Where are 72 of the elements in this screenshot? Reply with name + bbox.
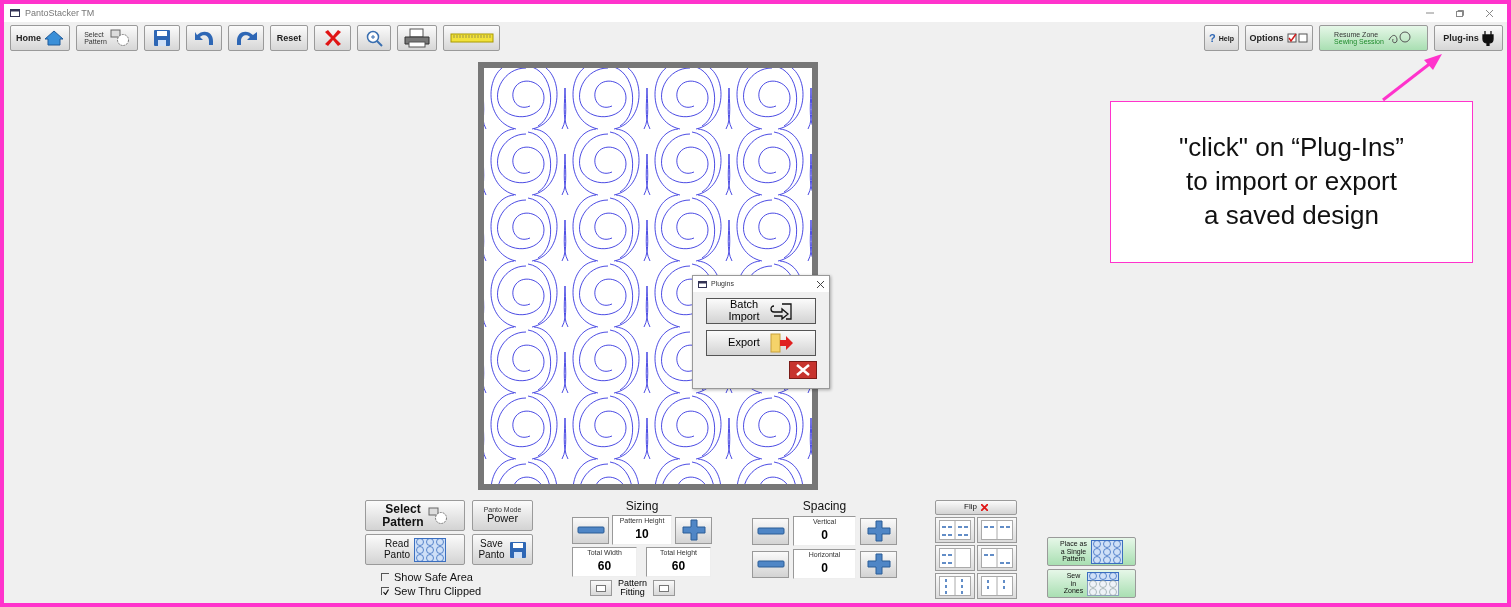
checkbox-row[interactable]: Sew Thru Clipped <box>365 584 533 598</box>
ruler-icon <box>449 32 494 44</box>
callout-text: "click" on “Plug-Ins” to import or export a saved design <box>1178 131 1405 232</box>
ruler-button[interactable] <box>443 25 500 51</box>
decrease-button[interactable] <box>752 517 789 545</box>
printer-icon <box>403 28 431 48</box>
square-icon <box>659 584 670 592</box>
sizing-title: Sizing <box>624 499 660 513</box>
checkboxes-icon <box>1286 33 1309 43</box>
redo-button[interactable] <box>228 25 264 51</box>
fit-button[interactable] <box>590 580 612 597</box>
layout-icon <box>939 548 971 568</box>
quilt-pattern-icon <box>1090 539 1123 564</box>
check-icon <box>382 588 389 595</box>
plugins-button[interactable]: Plug-ins <box>1434 25 1503 51</box>
layout-button[interactable] <box>977 573 1017 599</box>
redo-icon <box>234 29 258 47</box>
exit-door-icon <box>769 333 794 353</box>
pattern-fitting-label: Pattern Fitting <box>618 579 648 598</box>
increase-button[interactable] <box>860 550 897 578</box>
plus-icon <box>681 519 706 541</box>
layout-icon <box>939 520 971 540</box>
undo-button[interactable] <box>186 25 222 51</box>
layout-button[interactable] <box>977 517 1017 543</box>
print-button[interactable] <box>397 25 437 51</box>
import-button[interactable]: Batch Import <box>706 298 816 324</box>
zoom-button[interactable] <box>357 25 391 51</box>
minus-icon <box>576 526 605 534</box>
app-icon <box>698 280 707 288</box>
layout-icon <box>939 576 971 596</box>
layout-button[interactable] <box>935 573 975 599</box>
save-button[interactable]: Save Panto <box>472 534 533 565</box>
layout-icon <box>981 520 1013 540</box>
plug-icon <box>1481 30 1494 46</box>
cancel-icon[interactable] <box>789 361 817 379</box>
fit-button[interactable] <box>653 580 676 597</box>
zoned-pattern-icon <box>1087 571 1120 596</box>
save-button[interactable] <box>144 25 180 51</box>
checkbox-row[interactable]: Show Safe Area <box>365 570 533 584</box>
delete-button[interactable] <box>314 25 351 51</box>
minus-icon <box>756 560 785 568</box>
reset-button[interactable]: Reset <box>270 25 308 51</box>
layout-icon <box>981 548 1013 568</box>
plus-icon <box>866 553 891 575</box>
x-icon <box>980 504 988 511</box>
export-button[interactable]: Export <box>706 330 816 356</box>
house-icon <box>44 30 64 46</box>
increase-button[interactable] <box>860 517 897 545</box>
zoom-icon <box>365 29 383 47</box>
read-button[interactable]: Read Panto <box>365 534 465 565</box>
select-button[interactable]: Select Pattern <box>365 500 465 531</box>
options-button[interactable]: Options <box>1245 25 1313 51</box>
app-icon <box>10 9 20 17</box>
layout-button[interactable] <box>935 517 975 543</box>
close-icon[interactable] <box>817 280 824 288</box>
undo-icon <box>192 29 216 47</box>
decrease-button[interactable] <box>752 550 789 578</box>
decrease-button[interactable] <box>572 516 609 544</box>
square-icon <box>596 584 606 592</box>
home-button[interactable]: Home <box>10 25 70 51</box>
layout-button[interactable] <box>977 545 1017 571</box>
import-icon <box>769 302 794 320</box>
spacing-title: Spacing <box>801 499 848 513</box>
layout-icon <box>981 576 1013 596</box>
flip-button[interactable]: Flip <box>935 500 1017 515</box>
quilt-pattern-icon <box>414 537 447 562</box>
layout-button[interactable] <box>935 545 975 571</box>
plus-icon <box>866 520 891 542</box>
window-title: PantoStacker TM <box>25 8 95 18</box>
restore-icon[interactable] <box>1456 9 1464 17</box>
increase-button[interactable] <box>675 516 712 544</box>
minus-icon <box>756 527 785 535</box>
